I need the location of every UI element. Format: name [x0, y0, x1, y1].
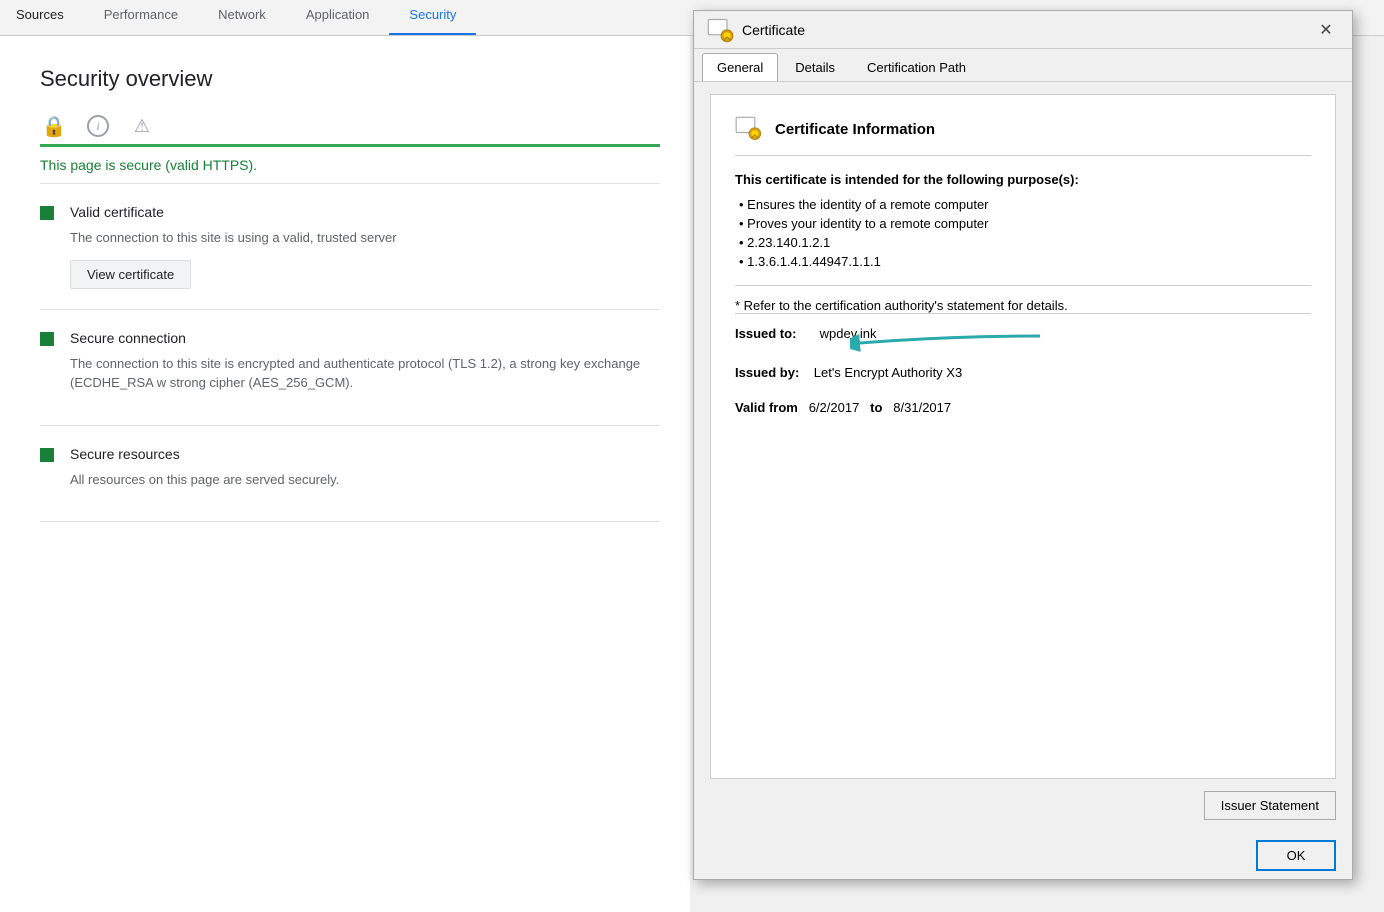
green-square-icon — [40, 206, 54, 220]
secure-connection-section: Secure connection The connection to this… — [40, 310, 660, 426]
info-icon: i — [84, 112, 112, 140]
cert-tabs: General Details Certification Path — [694, 49, 1352, 82]
cert-purpose-3: • 2.23.140.1.2.1 — [735, 235, 1311, 250]
view-certificate-button[interactable]: View certificate — [70, 260, 191, 289]
secure-res-desc: All resources on this page are served se… — [70, 470, 660, 490]
lock-icon: 🔒 — [40, 112, 68, 140]
section-header-res: Secure resources — [40, 446, 660, 462]
issued-to-label: Issued to: — [735, 326, 796, 341]
tab-security[interactable]: Security — [389, 0, 476, 35]
security-panel: Security overview 🔒 i ⚠ This page is sec… — [0, 36, 690, 912]
valid-certificate-section: Valid certificate The connection to this… — [40, 184, 660, 310]
cert-info-panel: Certificate Information This certificate… — [710, 94, 1336, 779]
ok-button[interactable]: OK — [1256, 840, 1336, 871]
valid-to-value: 8/31/2017 — [893, 400, 951, 415]
cert-info-icon — [735, 115, 763, 143]
valid-label: Valid from — [735, 400, 798, 415]
certificate-icon — [706, 16, 734, 44]
tab-performance[interactable]: Performance — [84, 0, 198, 35]
valid-cert-title: Valid certificate — [70, 204, 164, 220]
valid-cert-desc: The connection to this site is using a v… — [70, 228, 660, 248]
cert-dialog-title: Certificate — [742, 22, 805, 38]
certificate-dialog: Certificate ✕ General Details Certificat… — [693, 10, 1353, 880]
secure-res-title: Secure resources — [70, 446, 180, 462]
cert-body: Certificate Information This certificate… — [694, 82, 1352, 832]
issued-by-value: Let's Encrypt Authority X3 — [814, 365, 962, 380]
cert-purpose-4: • 1.3.6.1.4.1.44947.1.1.1 — [735, 254, 1311, 269]
valid-from-value: 6/2/2017 — [809, 400, 860, 415]
cert-purpose-1: • Ensures the identity of a remote compu… — [735, 197, 1311, 212]
cert-purposes-title: This certificate is intended for the fol… — [735, 172, 1311, 187]
issuer-statement-row: Issuer Statement — [710, 791, 1336, 820]
secure-conn-title: Secure connection — [70, 330, 186, 346]
cert-info-header: Certificate Information — [735, 115, 1311, 156]
cert-details-grid: Issued to: wpdev.ink — [735, 313, 1311, 415]
issuer-statement-button[interactable]: Issuer Statement — [1204, 791, 1336, 820]
cert-info-title: Certificate Information — [775, 121, 935, 138]
valid-to-label: to — [870, 400, 882, 415]
cert-tab-cert-path[interactable]: Certification Path — [852, 53, 981, 81]
cert-title-left: Certificate — [706, 16, 805, 44]
cert-valid-row: Valid from 6/2/2017 to 8/31/2017 — [735, 400, 1311, 415]
cert-purpose-2: • Proves your identity to a remote compu… — [735, 216, 1311, 231]
cert-titlebar: Certificate ✕ — [694, 11, 1352, 49]
warning-icon: ⚠ — [128, 112, 156, 140]
icon-row: 🔒 i ⚠ — [40, 112, 660, 140]
cert-issued-to-row: Issued to: wpdev.ink — [735, 313, 1311, 341]
teal-arrow — [850, 328, 1050, 358]
page-title: Security overview — [40, 66, 660, 92]
close-button[interactable]: ✕ — [1312, 16, 1340, 44]
tab-application[interactable]: Application — [286, 0, 390, 35]
section-header-conn: Secure connection — [40, 330, 660, 346]
cert-issued-by-row: Issued by: Let's Encrypt Authority X3 — [735, 365, 1311, 380]
secure-resources-section: Secure resources All resources on this p… — [40, 426, 660, 523]
issued-by-label: Issued by: — [735, 365, 799, 380]
green-square-icon-2 — [40, 332, 54, 346]
cert-tab-general[interactable]: General — [702, 53, 778, 81]
green-square-icon-3 — [40, 448, 54, 462]
cert-note: * Refer to the certification authority's… — [735, 285, 1311, 313]
tab-network[interactable]: Network — [198, 0, 286, 35]
status-bar: This page is secure (valid HTTPS). — [40, 144, 660, 184]
status-message: This page is secure (valid HTTPS). — [40, 147, 660, 184]
cert-tab-details[interactable]: Details — [780, 53, 850, 81]
secure-conn-desc: The connection to this site is encrypted… — [70, 354, 660, 393]
section-header-cert: Valid certificate — [40, 204, 660, 220]
cert-footer: OK — [694, 832, 1352, 879]
tab-sources[interactable]: Sources — [0, 0, 84, 35]
cert-purposes-list: • Ensures the identity of a remote compu… — [735, 197, 1311, 269]
